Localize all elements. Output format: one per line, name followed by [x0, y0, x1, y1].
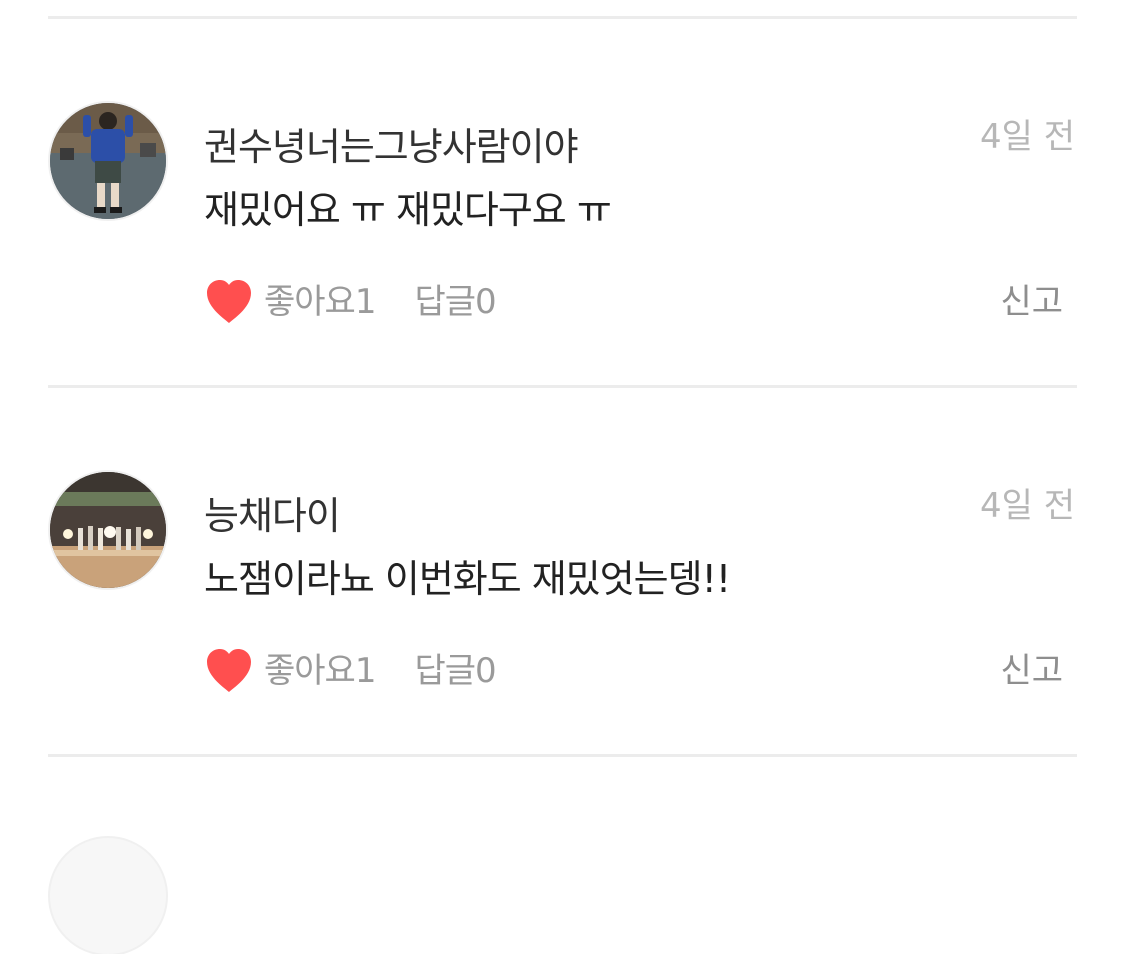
reply-button[interactable]: 답글 0	[414, 649, 496, 693]
comment-item: 권수녕너는그냥사람이야 4일 전 재밌어요 ㅠ 재밌다구요 ㅠ 좋아요 1 답글…	[0, 103, 1125, 469]
comment-author[interactable]: 권수녕너는그냥사람이야	[204, 123, 579, 171]
reply-count: 0	[475, 651, 497, 691]
comment-actions: 좋아요 1 답글 0	[204, 646, 497, 696]
comment-text: 재밌어요 ㅠ 재밌다구요 ㅠ	[204, 188, 612, 232]
reply-button[interactable]: 답글 0	[414, 280, 496, 324]
comment-actions: 좋아요 1 답글 0	[204, 277, 497, 327]
avatar-photo-stage	[50, 472, 166, 588]
divider	[48, 754, 1077, 757]
heart-icon	[207, 649, 251, 692]
like-count: 1	[354, 282, 377, 322]
like-label: 좋아요	[264, 282, 356, 322]
like-button[interactable]: 좋아요 1	[204, 648, 376, 694]
comment-item: 능채다이 4일 전 노잼이라뇨 이번화도 재밌엇는뎅!! 좋아요 1 답글 0 …	[0, 472, 1125, 838]
avatar[interactable]	[50, 838, 166, 954]
comment-timestamp: 4일 전	[980, 117, 1075, 157]
reply-count: 0	[475, 282, 497, 322]
comment-text: 노잼이라뇨 이번화도 재밌엇는뎅!!	[204, 557, 731, 601]
avatar[interactable]	[50, 472, 166, 588]
like-button[interactable]: 좋아요 1	[204, 279, 376, 325]
report-button[interactable]: 신고	[1000, 646, 1063, 696]
divider-top	[48, 16, 1077, 19]
like-label: 좋아요	[264, 651, 356, 691]
comment-timestamp: 4일 전	[980, 486, 1075, 526]
divider	[48, 385, 1077, 388]
avatar[interactable]	[50, 103, 166, 219]
reply-label: 답글	[414, 651, 476, 691]
like-count: 1	[354, 651, 377, 691]
heart-icon	[207, 280, 251, 323]
reply-label: 답글	[414, 282, 476, 322]
avatar-photo-person	[50, 103, 166, 219]
report-button[interactable]: 신고	[1000, 277, 1063, 327]
comment-author[interactable]: 능채다이	[204, 492, 341, 540]
